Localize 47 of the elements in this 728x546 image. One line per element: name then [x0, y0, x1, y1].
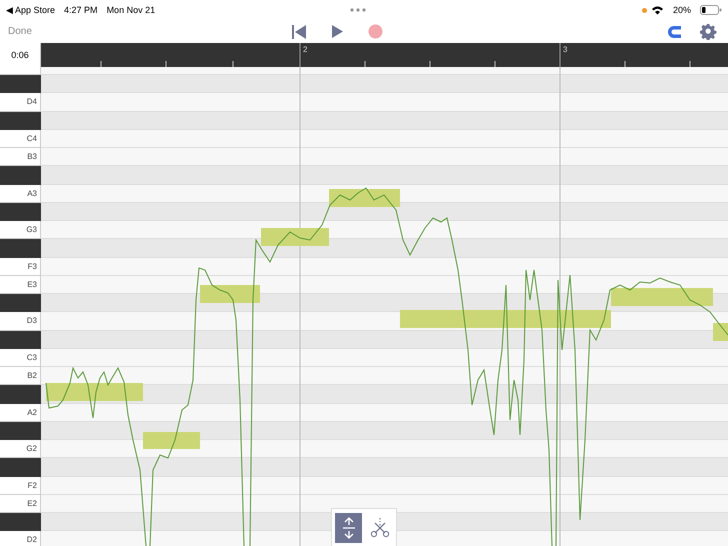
- magnet-icon[interactable]: [666, 24, 682, 40]
- sharp-key[interactable]: [0, 422, 41, 440]
- sharp-key[interactable]: [0, 202, 41, 221]
- bar-number: 2: [303, 45, 308, 54]
- note-block[interactable]: [329, 189, 400, 207]
- note-block[interactable]: [713, 323, 728, 341]
- natural-key[interactable]: B3: [0, 148, 41, 166]
- natural-key[interactable]: C3: [0, 348, 41, 367]
- natural-key[interactable]: D4: [0, 93, 41, 112]
- natural-key[interactable]: A3: [0, 184, 41, 203]
- sharp-key[interactable]: [0, 513, 41, 532]
- play-icon[interactable]: [330, 24, 344, 39]
- note-block[interactable]: [611, 288, 713, 306]
- skip-back-icon[interactable]: [290, 24, 307, 40]
- natural-key[interactable]: E2: [0, 494, 41, 513]
- note-block[interactable]: [46, 383, 143, 401]
- up-down-arrows-icon: [342, 517, 356, 539]
- bar-number: 3: [563, 45, 568, 54]
- wifi-icon: [650, 5, 664, 15]
- pitch-tool-button[interactable]: [335, 513, 362, 543]
- natural-key[interactable]: A2: [0, 404, 41, 422]
- sharp-key[interactable]: [0, 75, 41, 94]
- status-time: 4:27 PM: [64, 5, 98, 15]
- natural-key[interactable]: C4: [0, 130, 41, 148]
- natural-key[interactable]: F2: [0, 476, 41, 495]
- status-date: Mon Nov 21: [106, 5, 156, 15]
- natural-key[interactable]: D3: [0, 312, 41, 330]
- more-icon[interactable]: [350, 8, 366, 12]
- natural-key[interactable]: E3: [0, 276, 41, 294]
- battery-icon: [700, 5, 722, 15]
- sharp-key[interactable]: [0, 294, 41, 312]
- note-block[interactable]: [400, 310, 611, 328]
- scissors-icon: [368, 517, 390, 539]
- back-label[interactable]: ◀ App Store: [6, 5, 56, 15]
- note-block[interactable]: [261, 228, 329, 246]
- natural-key[interactable]: G3: [0, 221, 41, 240]
- indicator-dot-icon: [642, 8, 647, 12]
- natural-key[interactable]: B2: [0, 367, 41, 386]
- sharp-key[interactable]: [0, 112, 41, 130]
- battery-percent: 20%: [672, 5, 691, 15]
- record-icon[interactable]: [368, 24, 383, 39]
- natural-key[interactable]: G2: [0, 440, 41, 458]
- sharp-key[interactable]: [0, 330, 41, 349]
- note-block[interactable]: [200, 285, 260, 303]
- timeline-ruler[interactable]: 2 3: [41, 43, 728, 67]
- natural-key[interactable]: F3: [0, 258, 41, 276]
- settings-icon[interactable]: [700, 23, 717, 40]
